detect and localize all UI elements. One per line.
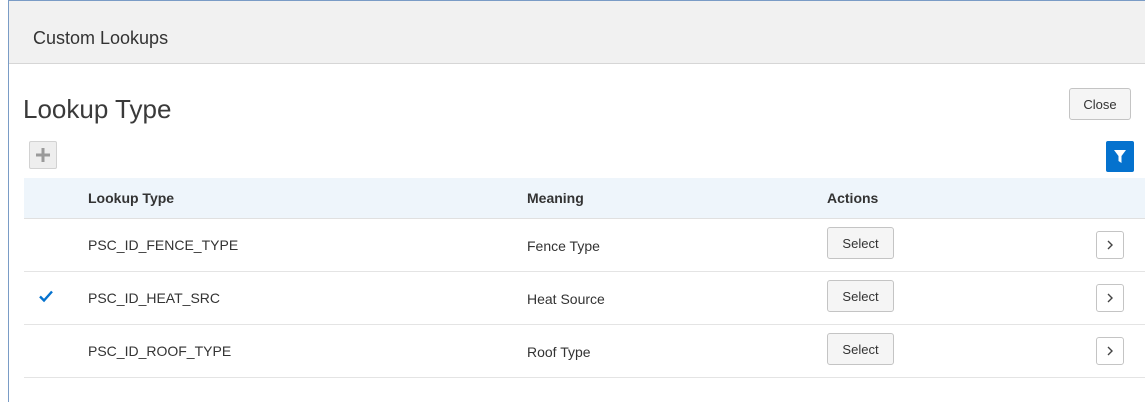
- select-button[interactable]: Select: [827, 280, 894, 312]
- table-row[interactable]: PSC_ID_FENCE_TYPE Fence Type Select: [24, 219, 1145, 272]
- dialog-header: Custom Lookups: [9, 1, 1145, 64]
- column-header-lookup-type[interactable]: Lookup Type: [88, 190, 174, 206]
- row-detail-button[interactable]: [1096, 231, 1124, 259]
- column-header-meaning[interactable]: Meaning: [527, 190, 584, 206]
- row-detail-button[interactable]: [1096, 337, 1124, 365]
- plus-icon: [36, 148, 50, 162]
- table-header: Lookup Type Meaning Actions: [24, 178, 1145, 219]
- add-button[interactable]: [29, 141, 57, 169]
- page-title: Lookup Type: [23, 94, 172, 124]
- filter-button[interactable]: [1106, 141, 1134, 172]
- chevron-right-icon: [1107, 293, 1113, 303]
- meaning-cell: Fence Type: [527, 238, 600, 254]
- close-button[interactable]: Close: [1069, 88, 1131, 120]
- select-button[interactable]: Select: [827, 333, 894, 365]
- meaning-cell: Roof Type: [527, 344, 591, 360]
- row-detail-button[interactable]: [1096, 284, 1124, 312]
- dialog-title: Custom Lookups: [33, 28, 169, 48]
- lookup-type-cell: PSC_ID_ROOF_TYPE: [88, 343, 232, 359]
- column-header-actions: Actions: [827, 190, 879, 206]
- lookup-type-cell: PSC_ID_HEAT_SRC: [88, 290, 221, 306]
- checkmark-icon: [39, 290, 53, 303]
- table-row[interactable]: PSC_ID_ROOF_TYPE Roof Type Select: [24, 325, 1145, 378]
- meaning-cell: Heat Source: [527, 291, 605, 307]
- chevron-right-icon: [1107, 346, 1113, 356]
- filter-icon: [1114, 150, 1126, 163]
- select-button[interactable]: Select: [827, 227, 894, 259]
- chevron-right-icon: [1107, 240, 1113, 250]
- lookup-type-cell: PSC_ID_FENCE_TYPE: [88, 237, 239, 253]
- table-row[interactable]: PSC_ID_HEAT_SRC Heat Source Select: [24, 272, 1145, 325]
